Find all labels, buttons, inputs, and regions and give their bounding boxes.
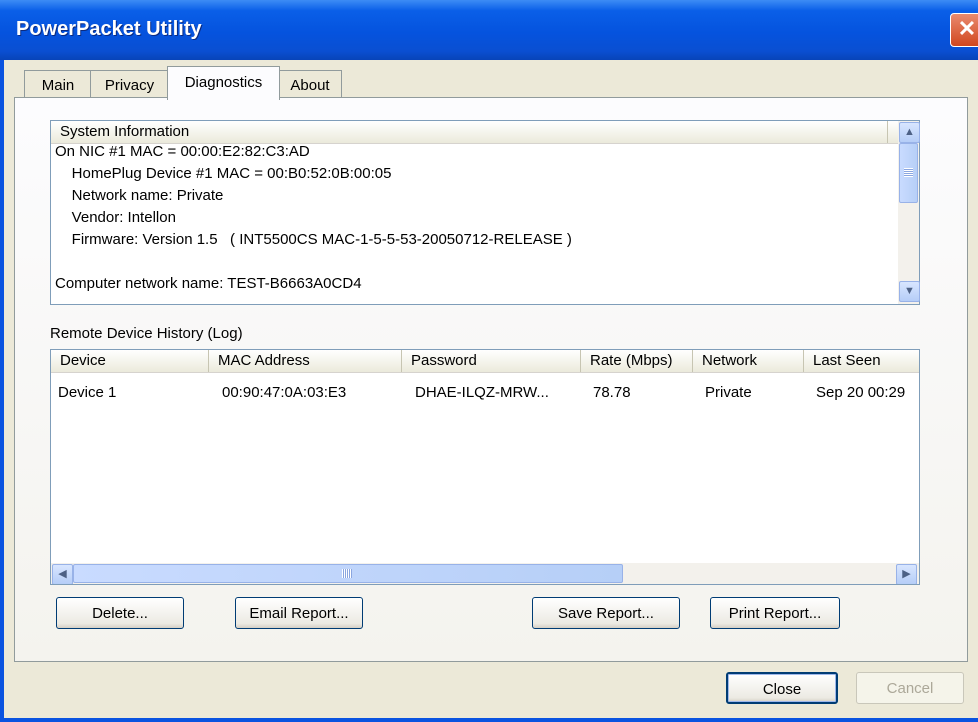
system-info-header-row: System Information bbox=[51, 121, 898, 144]
dialog-window: PowerPacket Utility ✕ Main Privacy Diagn… bbox=[0, 0, 978, 722]
system-info-vertical-scrollbar[interactable]: ▲ ▼ bbox=[898, 121, 920, 304]
system-info-list[interactable]: System Information On NIC #1 MAC = 00:00… bbox=[50, 120, 920, 305]
cell-device: Device 1 bbox=[58, 384, 117, 401]
tab-privacy[interactable]: Privacy bbox=[90, 70, 169, 99]
tab-diagnostics[interactable]: Diagnostics bbox=[167, 66, 280, 100]
print-report-button[interactable]: Print Report... bbox=[710, 597, 840, 629]
system-info-line: Network name: Private bbox=[55, 187, 224, 204]
system-info-line: HomePlug Device #1 MAC = 00:B0:52:0B:00:… bbox=[55, 165, 392, 182]
system-info-header[interactable]: System Information bbox=[51, 121, 888, 143]
tab-main[interactable]: Main bbox=[24, 70, 92, 99]
email-report-button[interactable]: Email Report... bbox=[235, 597, 363, 629]
scroll-right-arrow-icon[interactable]: ▶ bbox=[896, 564, 917, 584]
scroll-down-arrow-icon[interactable]: ▼ bbox=[899, 281, 920, 302]
column-header-network[interactable]: Network bbox=[693, 350, 804, 372]
column-header-password[interactable]: Password bbox=[402, 350, 581, 372]
title-bar[interactable]: PowerPacket Utility ✕ bbox=[0, 0, 978, 60]
column-header-mac-address[interactable]: MAC Address bbox=[209, 350, 402, 372]
system-info-line: Vendor: Intellon bbox=[55, 209, 176, 226]
scroll-grip-icon bbox=[904, 168, 913, 177]
cell-password: DHAE-ILQZ-MRW... bbox=[415, 384, 549, 401]
log-header-row: Device MAC Address Password Rate (Mbps) … bbox=[51, 350, 919, 373]
scroll-grip-icon bbox=[342, 569, 352, 578]
diagnostics-panel: System Information On NIC #1 MAC = 00:00… bbox=[14, 97, 968, 662]
cell-rate: 78.78 bbox=[593, 384, 631, 401]
scroll-thumb[interactable] bbox=[899, 143, 918, 203]
scroll-up-arrow-icon[interactable]: ▲ bbox=[899, 122, 920, 143]
scroll-left-arrow-icon[interactable]: ◀ bbox=[52, 564, 73, 584]
cell-mac-address: 00:90:47:0A:03:E3 bbox=[222, 384, 347, 401]
scroll-thumb[interactable] bbox=[73, 564, 623, 583]
close-icon[interactable]: ✕ bbox=[950, 13, 978, 47]
close-button[interactable]: Close bbox=[726, 672, 838, 704]
log-label: Remote Device History (Log) bbox=[50, 325, 243, 342]
column-header-rate[interactable]: Rate (Mbps) bbox=[581, 350, 693, 372]
cancel-button: Cancel bbox=[856, 672, 964, 704]
cell-last-seen: Sep 20 00:29 bbox=[816, 384, 906, 401]
tab-about[interactable]: About bbox=[278, 70, 342, 99]
system-info-line: Firmware: Version 1.5 ( INT5500CS MAC-1-… bbox=[55, 231, 572, 248]
system-info-line: On NIC #1 MAC = 00:00:E2:82:C3:AD bbox=[55, 143, 310, 160]
dialog-client-area: Main Privacy Diagnostics About System In… bbox=[4, 60, 978, 718]
column-header-device[interactable]: Device bbox=[51, 350, 209, 372]
device-history-list[interactable]: Device MAC Address Password Rate (Mbps) … bbox=[50, 349, 920, 585]
cell-network: Private bbox=[705, 384, 752, 401]
system-info-line: Computer network name: TEST-B6663A0CD4 bbox=[55, 275, 362, 292]
window-title: PowerPacket Utility bbox=[16, 18, 202, 40]
delete-button[interactable]: Delete... bbox=[56, 597, 184, 629]
column-header-last-seen[interactable]: Last Seen bbox=[804, 350, 919, 372]
log-horizontal-scrollbar[interactable]: ◀ ▶ bbox=[51, 563, 919, 584]
save-report-button[interactable]: Save Report... bbox=[532, 597, 680, 629]
